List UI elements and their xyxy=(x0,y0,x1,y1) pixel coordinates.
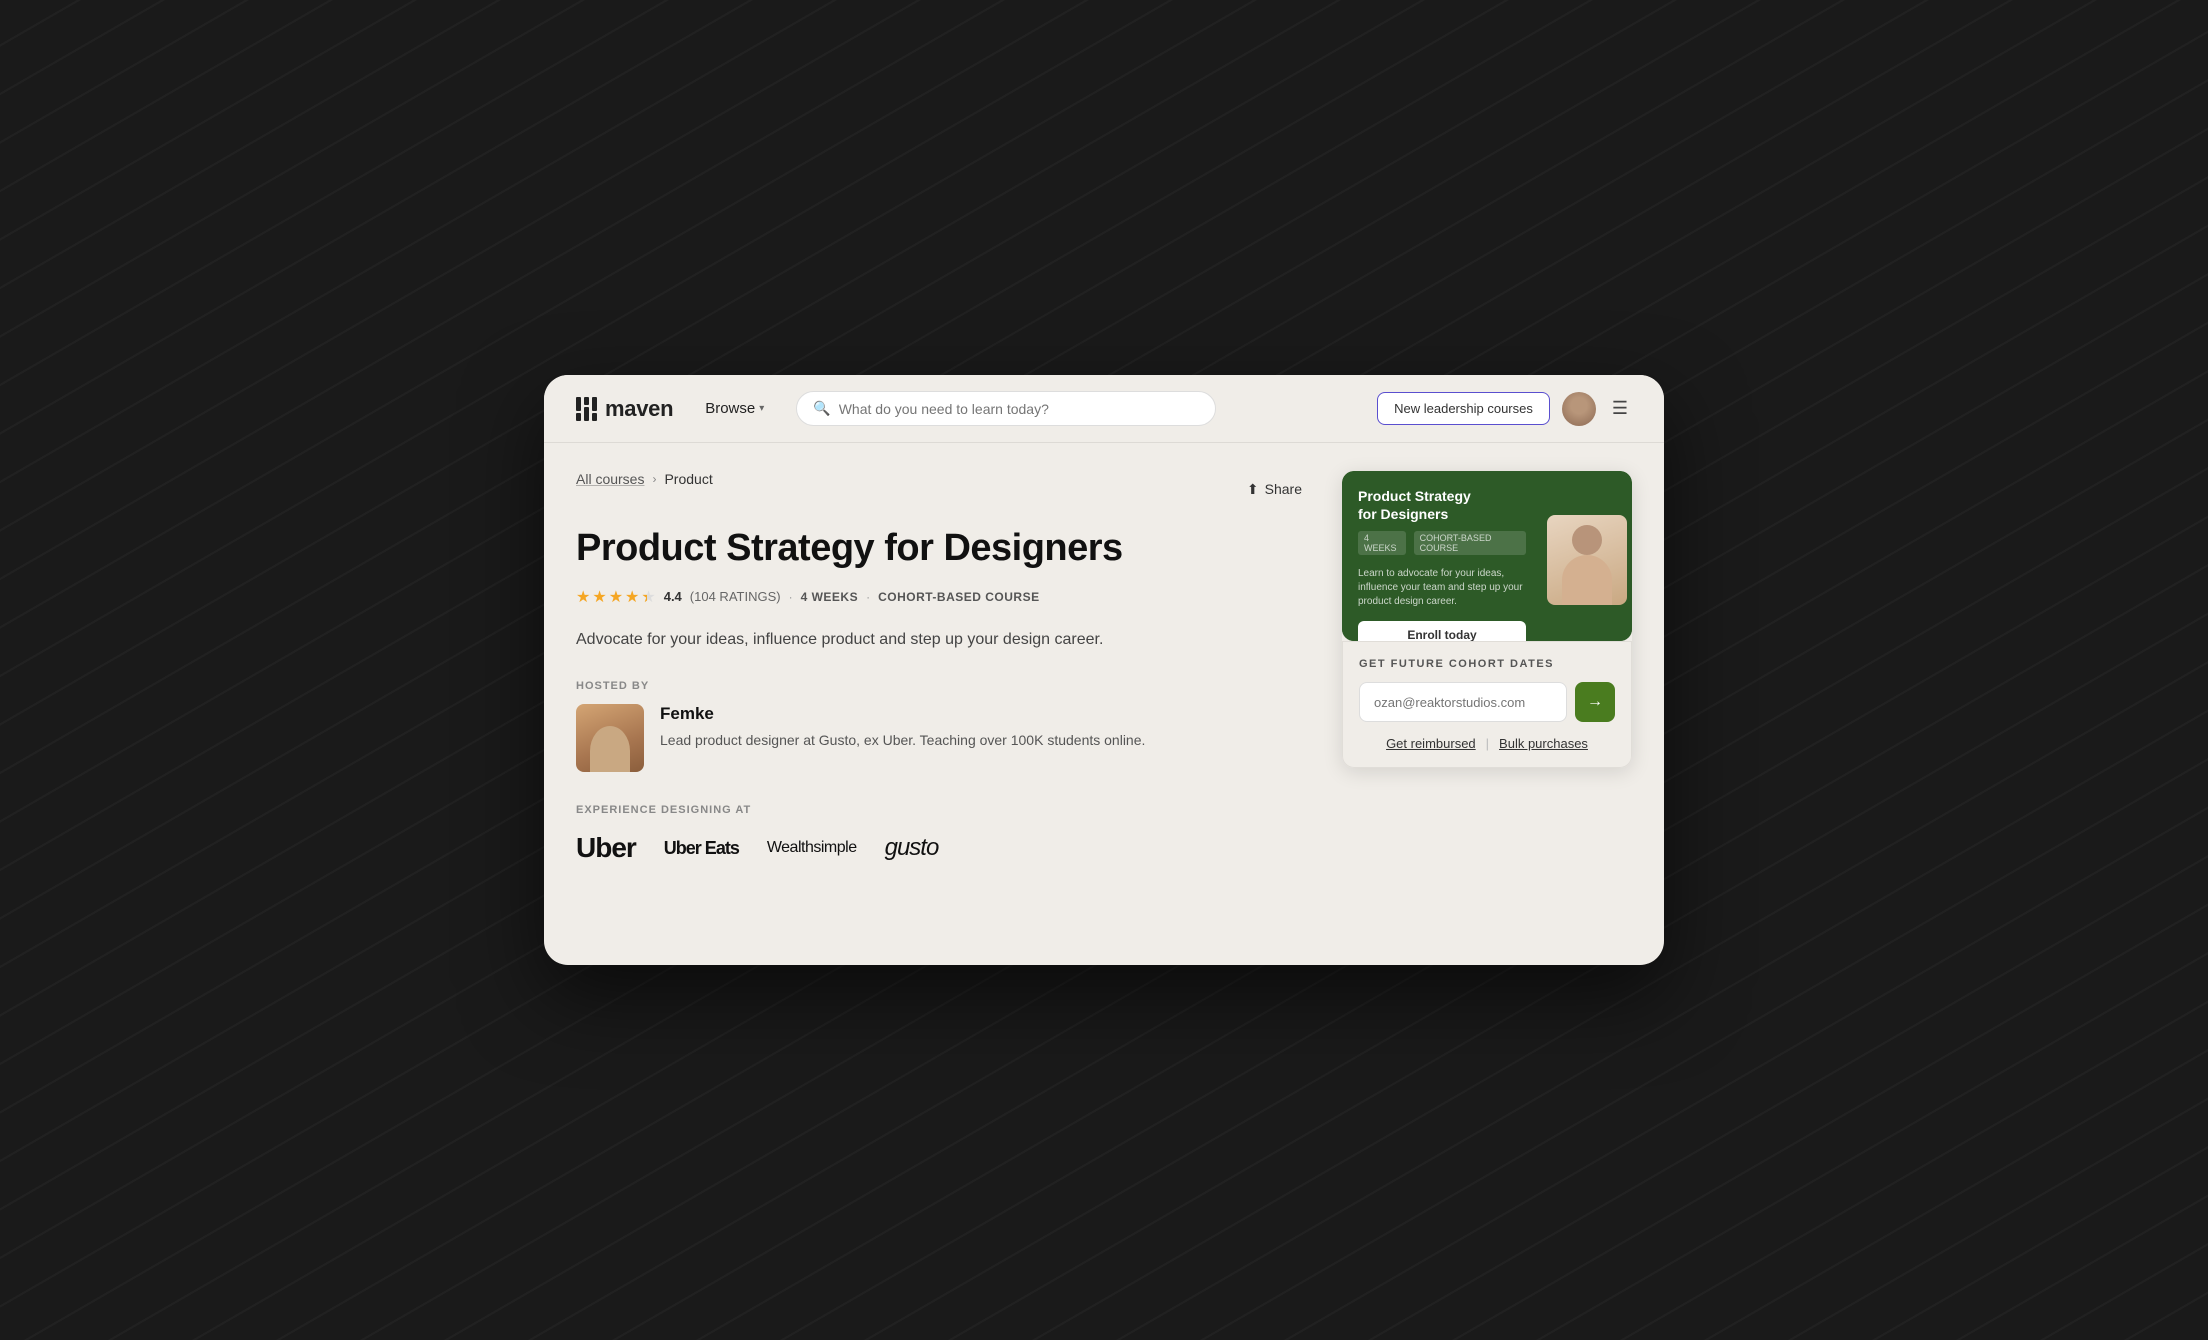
course-meta: ★ ★ ★ ★ ★★ 4.4 (104 RATINGS) · 4 WEEKS ·… xyxy=(576,587,1302,607)
share-icon: ⬆ xyxy=(1247,481,1259,498)
breadcrumb-row: All courses › Product ⬆ Share xyxy=(576,471,1302,507)
host-video-preview xyxy=(1547,515,1627,605)
logo-icon xyxy=(576,397,597,421)
logo[interactable]: maven xyxy=(576,396,673,422)
email-input[interactable] xyxy=(1359,682,1567,722)
host-name: Femke xyxy=(660,704,1145,724)
experience-label: EXPERIENCE DESIGNING AT xyxy=(576,804,1302,816)
cohort-links: Get reimbursed | Bulk purchases xyxy=(1359,736,1615,751)
chevron-down-icon: ▾ xyxy=(759,403,764,414)
search-input[interactable] xyxy=(839,401,1200,417)
search-icon: 🔍 xyxy=(813,400,830,417)
video-card: Product Strategyfor Designers 4 WEEKS CO… xyxy=(1342,471,1632,641)
company-logos: Uber Uber Eats Wealthsimple gusto xyxy=(576,832,1302,864)
video-card-wrapper: Product Strategyfor Designers 4 WEEKS CO… xyxy=(1342,471,1632,768)
breadcrumb-separator: › xyxy=(652,472,656,486)
video-thumbnail: Product Strategyfor Designers 4 WEEKS CO… xyxy=(1342,471,1632,641)
uber-logo: Uber xyxy=(576,832,636,864)
cohort-label: GET FUTURE COHORT DATES xyxy=(1359,658,1615,670)
gusto-logo: gusto xyxy=(885,834,939,862)
new-leadership-courses-button[interactable]: New leadership courses xyxy=(1377,392,1550,425)
course-type: COHORT-BASED COURSE xyxy=(878,590,1040,604)
breadcrumb-all-courses[interactable]: All courses xyxy=(576,471,644,487)
share-label: Share xyxy=(1265,481,1302,497)
navbar: maven Browse ▾ 🔍 New leadership courses … xyxy=(544,375,1664,443)
star-rating: ★ ★ ★ ★ ★★ xyxy=(576,587,656,607)
menu-icon[interactable]: ☰ xyxy=(1608,394,1632,423)
course-title: Product Strategy for Designers xyxy=(576,527,1302,571)
breadcrumb-current: Product xyxy=(664,471,712,487)
submit-button[interactable] xyxy=(1575,682,1615,722)
course-duration: 4 WEEKS xyxy=(801,590,859,604)
video-meta-duration: 4 WEEKS xyxy=(1358,531,1406,555)
page-content: All courses › Product ⬆ Share Product St… xyxy=(544,443,1664,892)
get-reimbursed-link[interactable]: Get reimbursed xyxy=(1386,736,1476,751)
enroll-button[interactable]: Enroll today xyxy=(1358,621,1526,641)
video-description: Learn to advocate for your ideas, influe… xyxy=(1358,567,1526,609)
host-avatar xyxy=(576,704,644,772)
video-meta-type: COHORT-BASED COURSE xyxy=(1414,531,1526,555)
search-bar: 🔍 xyxy=(796,391,1216,426)
logo-text: maven xyxy=(605,396,673,422)
browse-button[interactable]: Browse ▾ xyxy=(697,394,772,423)
rating-number: 4.4 xyxy=(664,589,682,604)
video-title: Product Strategyfor Designers xyxy=(1358,487,1526,523)
email-input-row xyxy=(1359,682,1615,722)
hosted-by-label: HOSTED BY xyxy=(576,680,1302,692)
right-panel: Product Strategyfor Designers 4 WEEKS CO… xyxy=(1342,471,1632,864)
host-card: Femke Lead product designer at Gusto, ex… xyxy=(576,704,1302,772)
avatar-image xyxy=(1562,392,1596,426)
host-bio: Lead product designer at Gusto, ex Uber.… xyxy=(660,730,1145,751)
half-star: ★★ xyxy=(641,587,655,607)
bulk-purchases-link[interactable]: Bulk purchases xyxy=(1499,736,1588,751)
cohort-form: GET FUTURE COHORT DATES Get reimbursed |… xyxy=(1342,641,1632,768)
course-description: Advocate for your ideas, influence produ… xyxy=(576,627,1302,653)
host-info: Femke Lead product designer at Gusto, ex… xyxy=(660,704,1145,751)
left-panel: All courses › Product ⬆ Share Product St… xyxy=(576,471,1302,864)
breadcrumb: All courses › Product xyxy=(576,471,713,487)
navbar-right: New leadership courses ☰ xyxy=(1377,392,1632,426)
video-meta: 4 WEEKS COHORT-BASED COURSE xyxy=(1358,531,1526,555)
browser-window: maven Browse ▾ 🔍 New leadership courses … xyxy=(544,375,1664,965)
rating-count: (104 RATINGS) xyxy=(690,589,781,604)
avatar[interactable] xyxy=(1562,392,1596,426)
wealthsimple-logo: Wealthsimple xyxy=(767,839,857,857)
share-button[interactable]: ⬆ Share xyxy=(1247,481,1302,498)
uber-eats-logo: Uber Eats xyxy=(664,838,739,859)
